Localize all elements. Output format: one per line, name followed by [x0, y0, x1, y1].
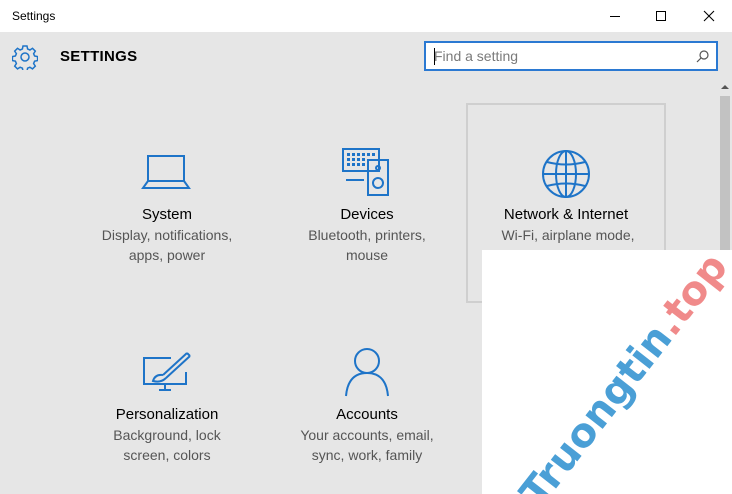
category-system[interactable]: System Display, notifications, apps, pow… — [67, 104, 267, 304]
category-desc-line2: apps, power — [128, 247, 206, 263]
title-bar[interactable]: Settings — [0, 0, 732, 32]
close-button[interactable] — [686, 0, 732, 32]
search-icon[interactable] — [696, 49, 710, 68]
settings-header: SETTINGS — [0, 32, 732, 82]
minimize-icon — [610, 16, 620, 17]
category-desc-line1: Wi-Fi, airplane mode, — [501, 227, 635, 243]
category-name: Accounts — [336, 406, 398, 423]
maximize-button[interactable] — [638, 0, 684, 32]
category-desc-line1: Bluetooth, printers, — [308, 227, 426, 243]
category-desc-line1: Your accounts, email, — [300, 427, 434, 443]
category-name: Devices — [340, 206, 394, 223]
personalization-icon — [67, 350, 267, 396]
maximize-icon — [656, 11, 666, 21]
category-desc-line1: Display, notifications, — [101, 227, 233, 243]
category-accounts[interactable]: Accounts Your accounts, email, sync, wor… — [267, 304, 467, 494]
minimize-button[interactable] — [592, 0, 638, 32]
category-desc-line2: screen, colors — [123, 447, 211, 463]
category-desc-line1: Background, lock — [113, 427, 221, 443]
category-name: Personalization — [115, 406, 219, 423]
category-name: Network & Internet — [503, 206, 629, 223]
close-icon — [703, 10, 715, 22]
watermark: Truongtin.top — [482, 250, 732, 494]
page-title: SETTINGS — [60, 48, 138, 65]
search-box[interactable] — [424, 41, 718, 71]
globe-icon — [468, 148, 664, 200]
text-cursor — [434, 48, 435, 65]
scroll-up-arrow-icon[interactable] — [721, 84, 729, 90]
watermark-text: Truongtin.top — [511, 250, 732, 494]
settings-window: Settings SETTINGS Find a setting System … — [0, 0, 732, 494]
search-input[interactable] — [434, 47, 684, 65]
person-icon — [267, 346, 467, 398]
category-desc-line2: mouse — [345, 247, 389, 263]
devices-icon — [267, 146, 467, 198]
laptop-icon — [67, 152, 267, 192]
category-devices[interactable]: Devices Bluetooth, printers, mouse — [267, 104, 467, 304]
category-desc-line2: sync, work, family — [311, 447, 423, 463]
category-personalization[interactable]: Personalization Background, lock screen,… — [67, 304, 267, 494]
gear-icon — [11, 44, 39, 75]
window-title: Settings — [12, 9, 56, 23]
category-name: System — [141, 206, 192, 223]
